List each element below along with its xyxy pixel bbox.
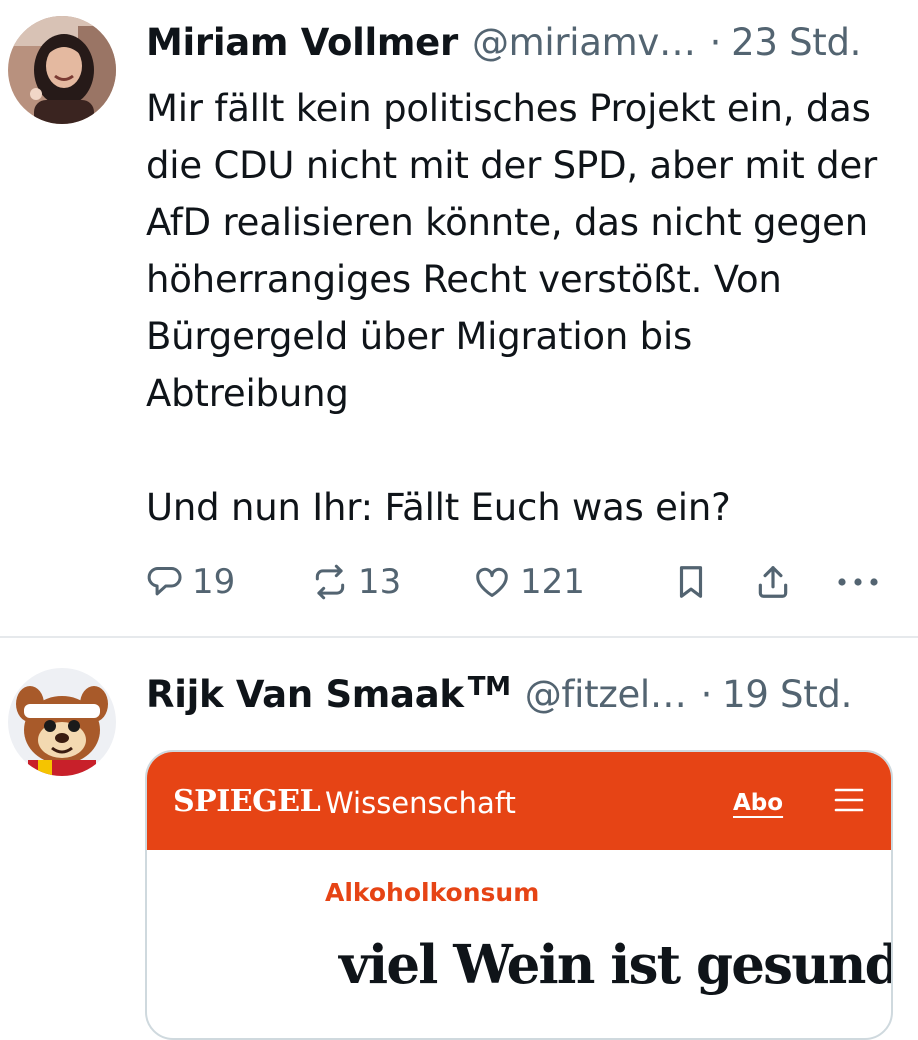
author-name[interactable]: Miriam Vollmer: [146, 21, 458, 64]
tweet-timestamp[interactable]: 19 Std.: [722, 673, 852, 716]
tweet-actions: 19 13 121: [146, 556, 886, 608]
trademark-suffix: TM: [467, 672, 511, 702]
tweet-timestamp[interactable]: 23 Std.: [731, 21, 861, 64]
article-headline: viel Wein ist gesund: [339, 934, 893, 996]
spiegel-logo: SPIEGEL: [173, 784, 321, 819]
reply-count: 19: [192, 562, 236, 602]
retweet-count: 13: [358, 562, 402, 602]
avatar-rijk[interactable]: [8, 668, 116, 776]
header-separator: ·: [700, 672, 713, 716]
author-handle[interactable]: @miriamv…: [472, 21, 696, 64]
like-count: 121: [520, 562, 585, 602]
article-kicker: Alkoholkonsum: [325, 878, 540, 907]
header-separator: ·: [709, 20, 722, 64]
heart-icon: [472, 563, 512, 601]
tweet-divider: [0, 636, 918, 638]
author-handle[interactable]: @fitzel…: [525, 673, 687, 716]
tweet-text: Mir fällt kein politisches Projekt ein, …: [146, 80, 894, 536]
share-button[interactable]: [754, 556, 792, 608]
retweet-icon: [310, 563, 350, 601]
tweet-header: Miriam Vollmer @miriamv… · 23 Std.: [146, 16, 892, 68]
abo-link: Abo: [733, 790, 784, 816]
tweet-paragraph: Mir fällt kein politisches Projekt ein, …: [146, 87, 878, 415]
reply-icon: [146, 563, 184, 601]
retweet-button[interactable]: 13: [310, 556, 401, 608]
more-icon: [834, 572, 882, 592]
like-button[interactable]: 121: [472, 556, 585, 608]
more-options-button[interactable]: [834, 556, 882, 608]
bookmark-button[interactable]: [674, 556, 708, 608]
author-name-text: Rijk Van Smaak: [146, 673, 464, 716]
hamburger-icon: [833, 787, 865, 817]
share-icon: [754, 563, 792, 601]
spiegel-header-bar: SPIEGEL Wissenschaft Abo: [147, 752, 891, 850]
reply-button[interactable]: 19: [146, 556, 235, 608]
embedded-image-card[interactable]: SPIEGEL Wissenschaft Abo Alkoholkonsum v…: [145, 750, 893, 1040]
bookmark-icon: [674, 563, 708, 601]
author-name[interactable]: Rijk Van Smaak TM: [146, 672, 511, 716]
section-label: Wissenschaft: [325, 786, 516, 820]
tweet-header: Rijk Van Smaak TM @fitzel… · 19 Std.: [146, 668, 892, 720]
tweet-paragraph: Und nun Ihr: Fällt Euch was ein?: [146, 486, 731, 529]
avatar-miriam[interactable]: [8, 16, 116, 124]
